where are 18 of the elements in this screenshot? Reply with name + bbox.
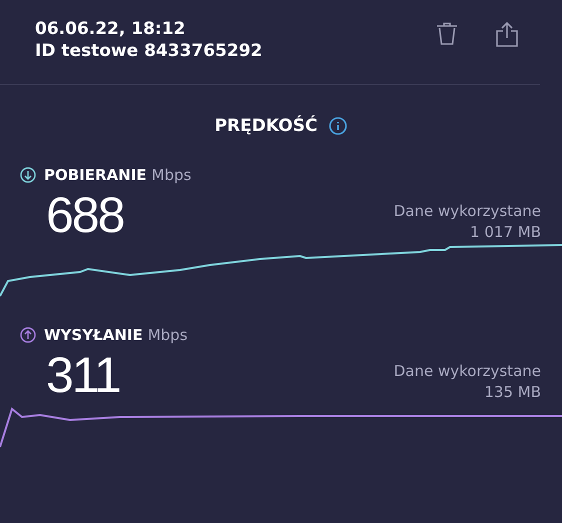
speed-value: 688	[46, 187, 124, 243]
speed-value: 311	[46, 347, 120, 403]
data-used-value: 135 MB	[484, 382, 541, 403]
data-used-label: Dane wykorzystane	[394, 361, 541, 382]
test-date: 06.06.22, 18:12	[35, 18, 186, 40]
metric-label: POBIERANIE	[44, 166, 147, 184]
section-title: PRĘDKOŚĆ	[214, 116, 318, 136]
unit-label: Mbps	[148, 326, 188, 344]
unit-label: Mbps	[152, 166, 192, 184]
download-icon	[20, 167, 36, 183]
info-icon[interactable]	[329, 117, 348, 135]
metric-label: WYSYŁANIE	[44, 326, 143, 344]
data-used-value: 1 017 MB	[470, 222, 541, 243]
data-used-label: Dane wykorzystane	[394, 201, 541, 222]
test-id: ID testowe 8433765292	[35, 40, 262, 62]
trash-icon[interactable]	[434, 20, 460, 48]
upload-icon	[20, 327, 36, 343]
share-icon[interactable]	[494, 20, 520, 48]
